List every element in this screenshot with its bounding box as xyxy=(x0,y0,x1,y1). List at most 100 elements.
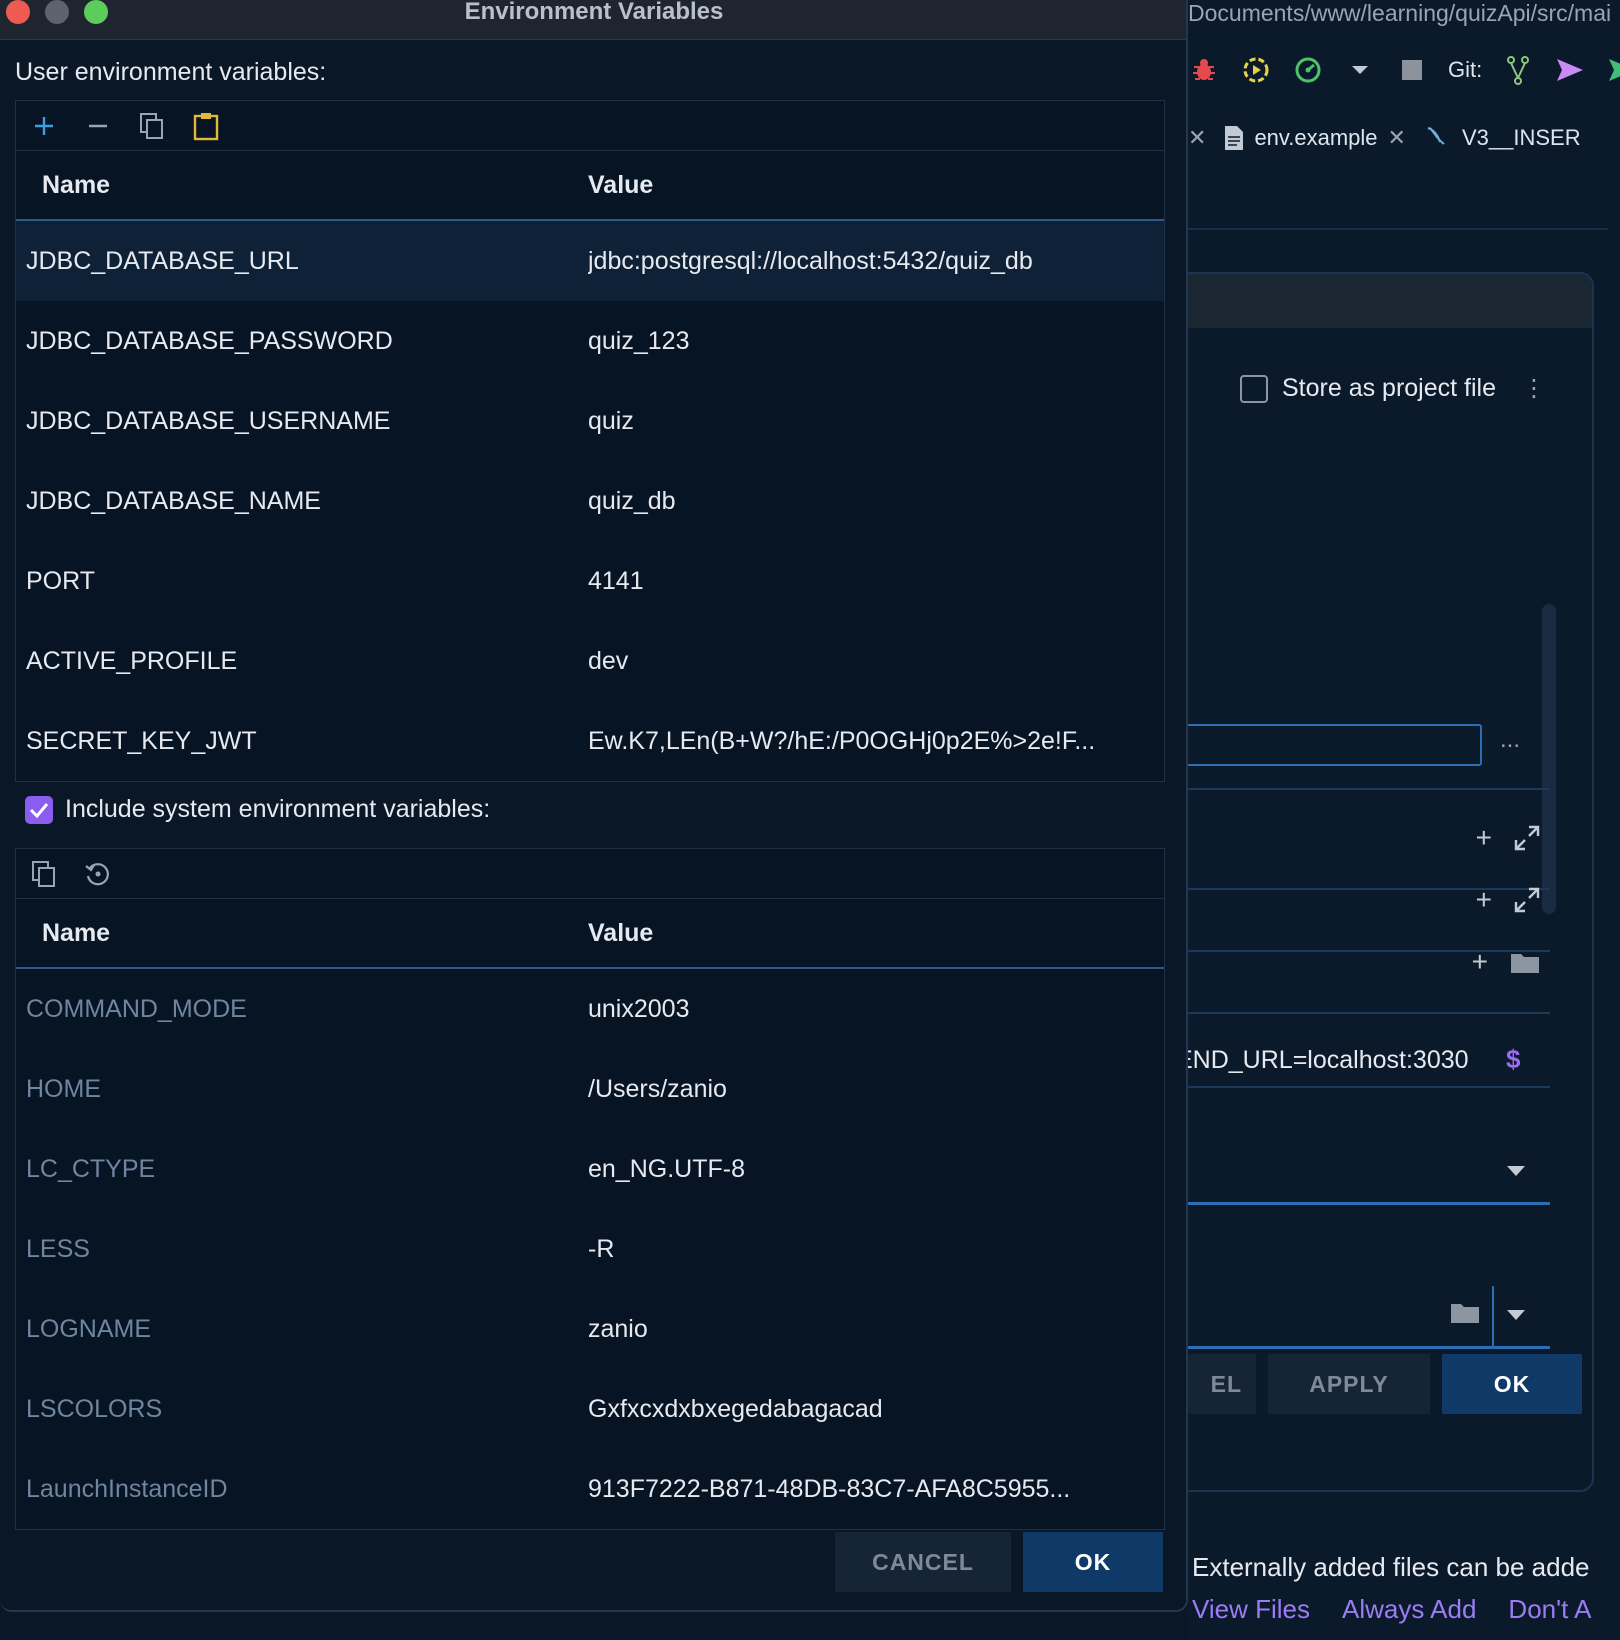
value-column-header[interactable]: Value xyxy=(588,919,653,948)
table-row[interactable]: JDBC_DATABASE_URL jdbc:postgresql://loca… xyxy=(16,221,1164,301)
tab-label: env.example xyxy=(1254,125,1378,150)
table-row[interactable]: LC_CTYPE en_NG.UTF-8 xyxy=(16,1129,1164,1209)
add-icon[interactable]: + xyxy=(1472,946,1488,978)
variable-value: Ew.K7,LEn(B+W?/hE:/P0OGHj0p2E%>2e!F... xyxy=(588,726,1096,755)
window-controls xyxy=(6,0,108,24)
folder-icon[interactable] xyxy=(1510,950,1540,974)
copy-icon[interactable] xyxy=(30,860,58,888)
file-icon xyxy=(1225,126,1244,150)
background-ide: Documents/www/learning/quizApi/src/mai G… xyxy=(1188,0,1620,1640)
folder-open-icon[interactable] xyxy=(1450,1300,1480,1324)
close-window-button[interactable] xyxy=(6,0,30,24)
paste-icon[interactable] xyxy=(192,112,220,140)
table-header: Name Value xyxy=(16,151,1164,221)
dont-ask-link[interactable]: Don't A xyxy=(1508,1594,1591,1625)
store-project-checkbox[interactable] xyxy=(1240,374,1268,403)
view-files-link[interactable]: View Files xyxy=(1192,1594,1310,1625)
table-row[interactable]: HOME /Users/zanio xyxy=(16,1049,1164,1129)
table-row[interactable]: LESS -R xyxy=(16,1209,1164,1289)
minimize-window-button[interactable] xyxy=(45,0,69,24)
system-table-toolbar xyxy=(16,849,1164,899)
run-dialog-buttons: EL APPLY OK xyxy=(1188,1354,1582,1414)
dropdown-underline xyxy=(1188,1202,1550,1205)
store-as-project-file[interactable]: Store as project file ⋮ xyxy=(1240,374,1546,403)
text-field[interactable] xyxy=(1188,724,1482,766)
checkmark-icon xyxy=(29,802,49,818)
dollar-macro-icon[interactable]: $ xyxy=(1506,1044,1520,1075)
more-options-icon[interactable]: ⋮ xyxy=(1522,374,1546,403)
revert-icon[interactable] xyxy=(84,860,112,888)
tab-env-example[interactable]: env.example ✕ xyxy=(1224,125,1406,151)
dialog-title: Environment Variables xyxy=(464,0,724,25)
file-path: Documents/www/learning/quizApi/src/mai xyxy=(1188,0,1612,26)
variable-name: LC_CTYPE xyxy=(26,1154,156,1183)
user-variables-table: Name Value JDBC_DATABASE_URL jdbc:postgr… xyxy=(15,100,1165,782)
table-row[interactable]: JDBC_DATABASE_PASSWORD quiz_123 xyxy=(16,301,1164,381)
user-variables-label: User environment variables: xyxy=(15,58,327,86)
chevron-down-icon[interactable] xyxy=(1506,1308,1526,1322)
remove-icon[interactable] xyxy=(84,112,112,140)
field-actions: + xyxy=(1476,822,1540,854)
variable-value: zanio xyxy=(588,1314,648,1343)
run-coverage-icon[interactable] xyxy=(1240,54,1272,86)
chevron-down-icon[interactable] xyxy=(1344,54,1376,86)
divider xyxy=(1188,1012,1550,1014)
table-row[interactable]: LaunchInstanceID 913F7222-B871-48DB-83C7… xyxy=(16,1449,1164,1529)
profiler-icon[interactable] xyxy=(1292,54,1324,86)
add-icon[interactable]: + xyxy=(1476,822,1492,854)
variable-value: quiz_123 xyxy=(588,326,690,355)
expand-icon[interactable] xyxy=(1514,887,1540,913)
chevron-down-icon[interactable] xyxy=(1506,1164,1526,1178)
ok-button[interactable]: OK xyxy=(1023,1532,1163,1592)
tab-sql-file[interactable]: V3__INSER xyxy=(1424,124,1581,152)
variable-name: LOGNAME xyxy=(26,1314,152,1343)
dialog-buttons: CANCEL OK xyxy=(835,1532,1163,1592)
close-icon[interactable]: ✕ xyxy=(1188,125,1206,151)
table-row[interactable]: PORT 4141 xyxy=(16,541,1164,621)
git-push-icon[interactable] xyxy=(1554,54,1586,86)
always-add-link[interactable]: Always Add xyxy=(1342,1594,1476,1625)
divider xyxy=(1188,1086,1550,1088)
variable-name: PORT xyxy=(26,566,95,595)
variable-name: JDBC_DATABASE_URL xyxy=(26,246,299,275)
store-project-label: Store as project file xyxy=(1282,374,1496,402)
git-branch-icon[interactable] xyxy=(1502,54,1534,86)
table-row[interactable]: COMMAND_MODE unix2003 xyxy=(16,969,1164,1049)
git-commit-icon[interactable] xyxy=(1606,54,1620,86)
expand-icon[interactable] xyxy=(1514,825,1540,851)
name-column-header[interactable]: Name xyxy=(16,919,588,948)
include-system-variables[interactable]: Include system environment variables: xyxy=(25,795,490,824)
browse-dots-button[interactable]: ... xyxy=(1500,726,1520,754)
name-column-header[interactable]: Name xyxy=(16,171,588,200)
table-row[interactable]: SECRET_KEY_JWT Ew.K7,LEn(B+W?/hE:/P0OGHj… xyxy=(16,701,1164,781)
stop-icon[interactable] xyxy=(1396,54,1428,86)
field-actions: + xyxy=(1476,884,1540,916)
variable-value: dev xyxy=(588,646,629,675)
apply-button[interactable]: APPLY xyxy=(1268,1354,1430,1414)
include-system-checkbox[interactable] xyxy=(25,795,53,824)
dialog-title-bar xyxy=(1188,274,1592,328)
scrollbar[interactable] xyxy=(1542,604,1556,914)
zoom-window-button[interactable] xyxy=(84,0,108,24)
table-row[interactable]: JDBC_DATABASE_USERNAME quiz xyxy=(16,381,1164,461)
database-icon xyxy=(1427,127,1445,145)
field-actions: + xyxy=(1472,946,1540,978)
table-row[interactable]: LOGNAME zanio xyxy=(16,1289,1164,1369)
notification-text: Externally added files can be adde xyxy=(1192,1552,1590,1582)
table-row[interactable]: JDBC_DATABASE_NAME quiz_db xyxy=(16,461,1164,541)
cancel-button[interactable]: CANCEL xyxy=(835,1532,1011,1592)
cancel-button[interactable]: EL xyxy=(1188,1354,1256,1414)
add-icon[interactable] xyxy=(30,112,58,140)
notification-actions: View Files Always Add Don't A xyxy=(1192,1594,1591,1625)
copy-icon[interactable] xyxy=(138,112,166,140)
variable-value: unix2003 xyxy=(588,994,690,1023)
debug-bug-icon[interactable] xyxy=(1188,54,1220,86)
table-row[interactable]: ACTIVE_PROFILE dev xyxy=(16,621,1164,701)
close-icon[interactable]: ✕ xyxy=(1388,125,1406,151)
value-column-header[interactable]: Value xyxy=(588,171,653,200)
divider xyxy=(1492,1286,1494,1346)
table-row[interactable]: LSCOLORS Gxfxcxdxbxegedabagacad xyxy=(16,1369,1164,1449)
ok-button[interactable]: OK xyxy=(1442,1354,1582,1414)
variable-value: 913F7222-B871-48DB-83C7-AFA8C5955... xyxy=(588,1474,1071,1503)
add-icon[interactable]: + xyxy=(1476,884,1492,916)
